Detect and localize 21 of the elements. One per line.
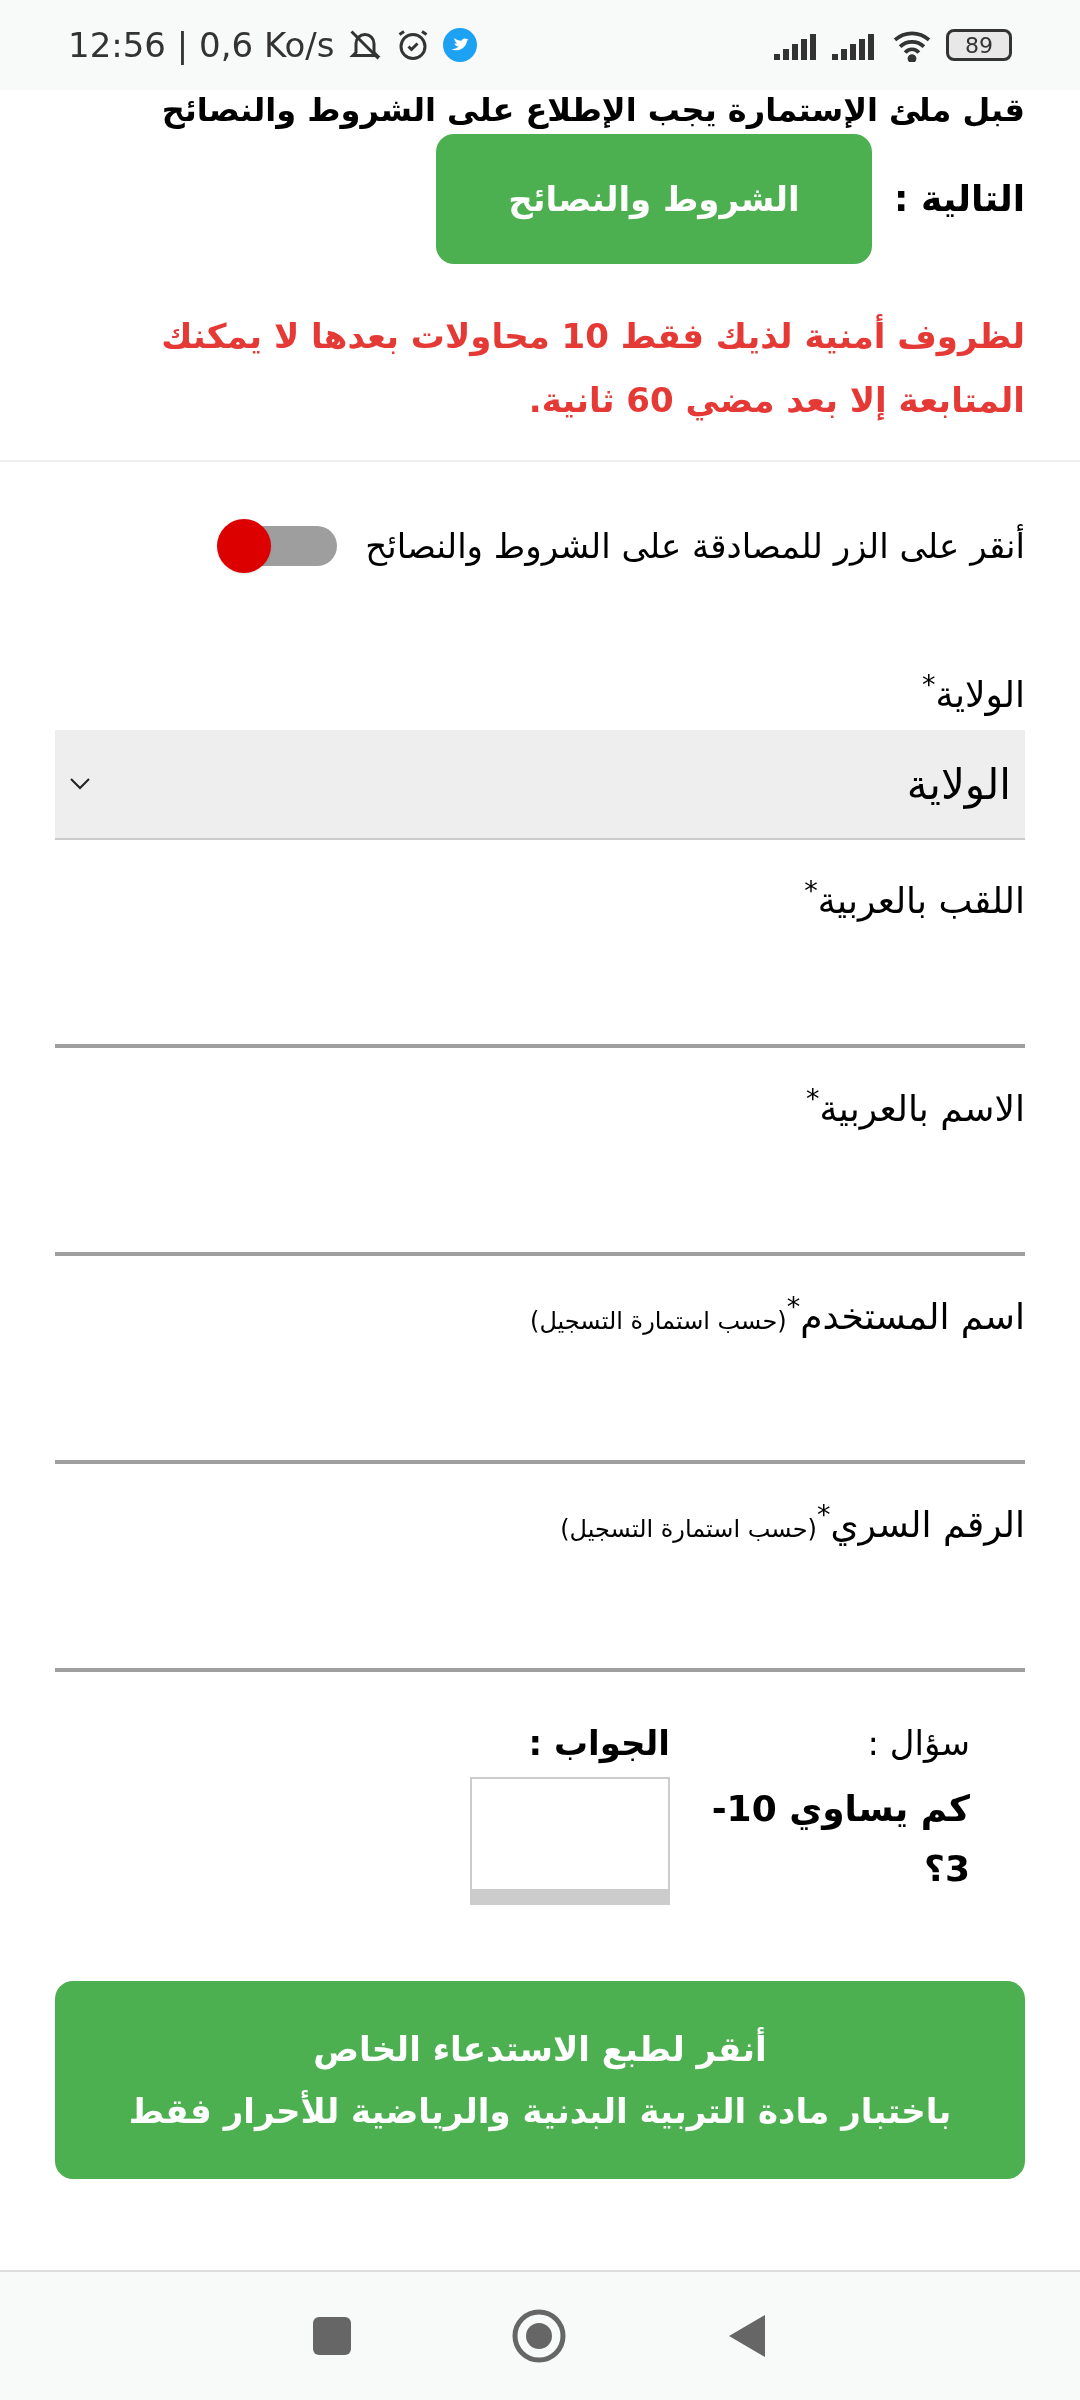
intro-text: قبل ملئ الإستمارة يجب الإطلاع على الشروط والنصائح	[160, 90, 1025, 130]
recents-icon[interactable]	[313, 2317, 351, 2355]
warning-text: لظروف أمنية لذيك فقط 10 محاولات بعدها لا يمكنك المتابعة إلا بعد مضي 60 ثانية.	[160, 313, 1025, 423]
bird-icon	[442, 28, 477, 62]
home-icon[interactable]	[511, 2308, 567, 2364]
terms-button[interactable]: الشروط والنصائح	[435, 134, 872, 264]
state-select[interactable]: الولاية	[55, 730, 1025, 840]
status-time: 12:56 | 0,6 Ko/s	[68, 23, 335, 67]
field-label: الاسم بالعربية$^{*}$	[805, 1082, 1025, 1132]
toggle-label: أنقر على الزر للمصادقة على الشروط والنصائح	[365, 523, 1025, 568]
intro-label: التالية :	[893, 177, 1025, 221]
chevron-down-icon	[69, 777, 91, 791]
question-label: سؤال :	[866, 1722, 970, 1765]
battery-icon: 89	[946, 29, 1012, 61]
question-text: كم يساوي 10-3؟	[710, 1787, 970, 1891]
answer-label: الجواب :	[527, 1722, 670, 1766]
state-label: الولاية$^{*}$	[921, 668, 1025, 718]
print-button[interactable]: أنقر لطبع الاستدعاء الخاص باختبار مادة التربية البدنية والرياضية للأحرار فقط	[55, 1981, 1025, 2179]
back-icon[interactable]	[727, 2313, 767, 2359]
answer-field[interactable]	[470, 1777, 670, 1905]
field-label: اللقب بالعربية$^{*}$	[803, 874, 1025, 924]
